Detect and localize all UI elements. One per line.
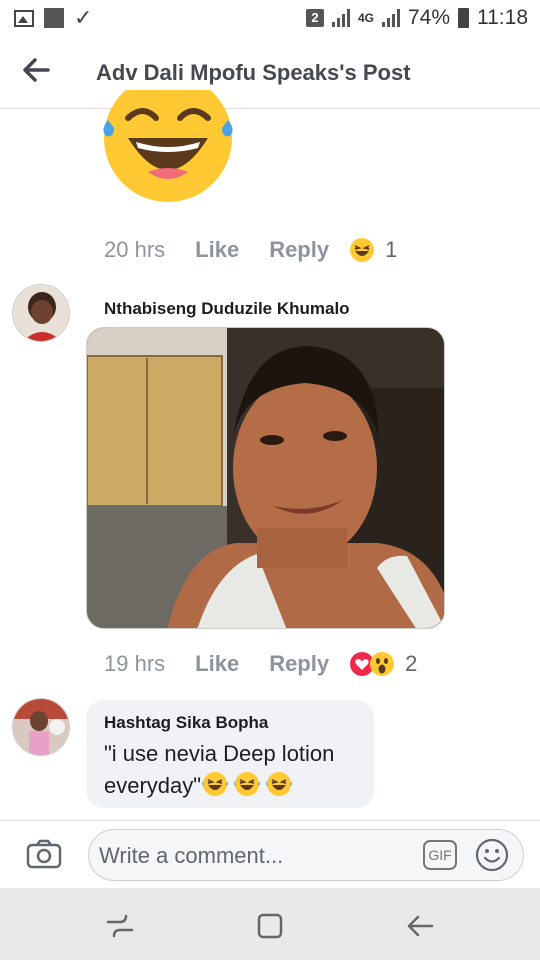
battery-icon bbox=[458, 8, 469, 28]
reaction-summary[interactable]: 2 bbox=[349, 651, 417, 677]
reaction-count: 1 bbox=[385, 237, 398, 262]
laughing-reaction-icon bbox=[350, 238, 375, 262]
back-icon[interactable] bbox=[404, 910, 436, 942]
page-title: Adv Dali Mpofu Speaks's Post bbox=[96, 60, 411, 85]
post-header: Adv Dali Mpofu Speaks's Post bbox=[0, 36, 540, 109]
emoji-picker-icon[interactable] bbox=[475, 838, 509, 872]
status-bar: ✓ 2 4G 74% 11:18 bbox=[0, 0, 540, 36]
app-notification-icon bbox=[44, 8, 64, 28]
comment-text: "i use nevia Deep lotion everyday" bbox=[104, 738, 372, 806]
comment-photo[interactable] bbox=[86, 327, 445, 629]
like-button[interactable]: Like bbox=[195, 651, 239, 677]
avatar[interactable] bbox=[12, 698, 70, 756]
network-type: 4G bbox=[357, 11, 374, 25]
laughing-emoji-icon bbox=[233, 771, 261, 806]
comment-time: 19 hrs bbox=[104, 651, 166, 676]
selfie-image bbox=[87, 328, 444, 628]
laughing-emoji-icon bbox=[265, 771, 293, 806]
gif-button[interactable]: GIF bbox=[423, 840, 457, 870]
signal-icon bbox=[331, 9, 350, 27]
reply-button[interactable]: Reply bbox=[269, 237, 329, 263]
recent-apps-icon[interactable] bbox=[104, 910, 136, 942]
avatar-image bbox=[13, 699, 69, 755]
comment-time: 20 hrs bbox=[104, 237, 166, 262]
reaction-count: 2 bbox=[405, 651, 418, 676]
avatar-image bbox=[13, 285, 69, 341]
sim-badge: 2 bbox=[305, 9, 324, 27]
system-nav-bar bbox=[0, 888, 540, 960]
reaction-summary[interactable]: 1 bbox=[349, 237, 397, 263]
battery-percent: 74% bbox=[407, 6, 450, 29]
comment-input[interactable]: Write a comment... GIF bbox=[88, 829, 524, 881]
signal-icon-2 bbox=[381, 9, 400, 27]
home-icon[interactable] bbox=[254, 910, 286, 942]
comment-meta: 19 hrs Like Reply 2 bbox=[104, 651, 417, 677]
clock: 11:18 bbox=[477, 6, 528, 29]
comment-placeholder: Write a comment... bbox=[99, 843, 284, 868]
commenter-name[interactable]: Nthabiseng Duduzile Khumalo bbox=[104, 299, 350, 319]
laughing-emoji-icon bbox=[103, 90, 233, 202]
back-arrow-icon[interactable] bbox=[20, 54, 52, 86]
gallery-notification-icon bbox=[14, 9, 34, 27]
commenter-name[interactable]: Hashtag Sika Bopha bbox=[104, 713, 268, 733]
reply-button[interactable]: Reply bbox=[269, 651, 329, 677]
download-done-icon: ✓ bbox=[74, 5, 93, 30]
wow-reaction-icon bbox=[370, 652, 395, 676]
comment-composer: Write a comment... GIF bbox=[0, 820, 540, 889]
comment-bubble: Hashtag Sika Bopha "i use nevia Deep lot… bbox=[86, 700, 374, 808]
camera-icon[interactable] bbox=[26, 839, 62, 869]
comment-meta: 20 hrs Like Reply 1 bbox=[104, 237, 397, 263]
like-button[interactable]: Like bbox=[195, 237, 239, 263]
laughing-emoji-icon bbox=[201, 771, 229, 806]
avatar[interactable] bbox=[12, 284, 70, 342]
